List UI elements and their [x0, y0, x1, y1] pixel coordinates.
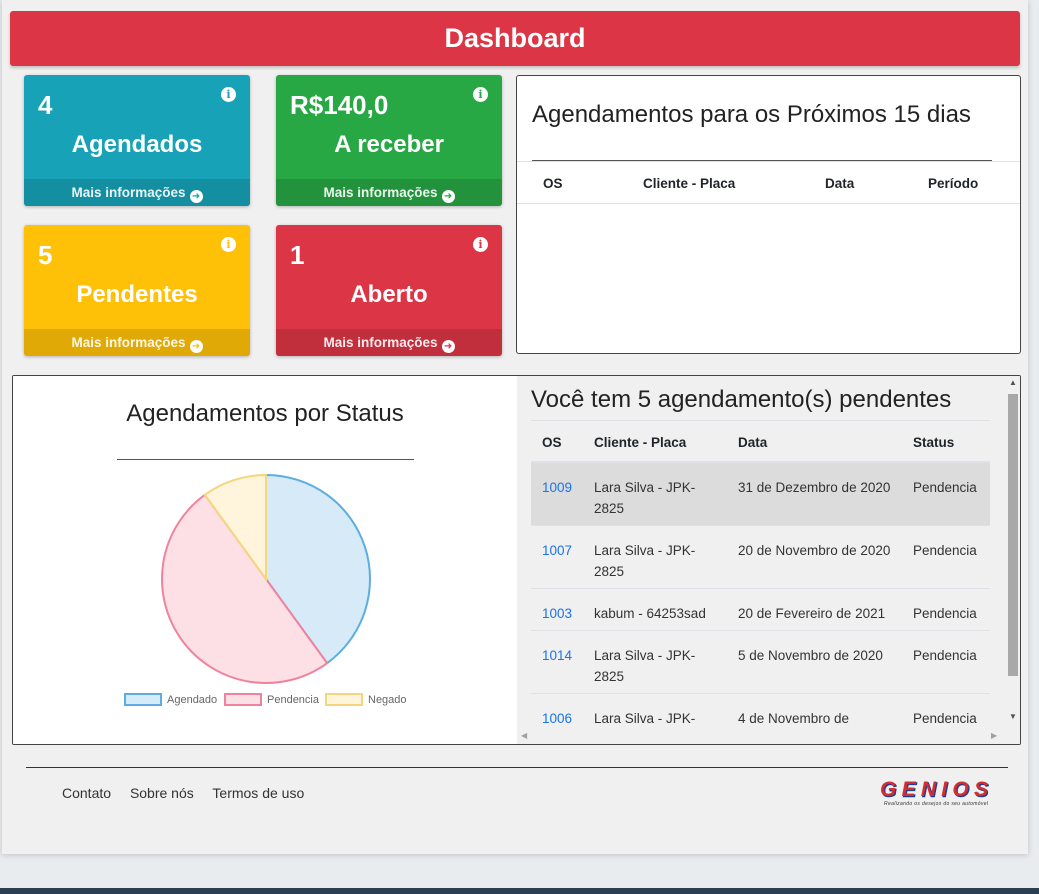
date-cell: 4 de Novembro de — [738, 711, 850, 726]
client-cell: Lara Silva - JPK-2825 — [594, 480, 696, 516]
arrow-right-circle-icon: ➜ — [441, 190, 455, 203]
table-row[interactable]: 1014 Lara Silva - JPK-2825 5 de Novembro… — [531, 631, 990, 694]
box-label: A receber — [334, 131, 444, 158]
pending-title: Você tem 5 agendamento(s) pendentes — [531, 386, 952, 413]
legend-swatch[interactable] — [224, 693, 262, 706]
legend-label[interactable]: Pendencia — [267, 694, 320, 706]
box-label: Pendentes — [76, 281, 198, 308]
col-os: OS — [542, 435, 562, 450]
arrow-right-circle-icon: ➜ — [189, 340, 203, 353]
box-value: R$140,0 — [290, 90, 389, 120]
os-link[interactable]: 1014 — [542, 645, 572, 666]
os-link[interactable]: 1007 — [542, 540, 572, 561]
pending-panel: Você tem 5 agendamento(s) pendentes OS C… — [517, 376, 1020, 744]
scrollbar-thumb[interactable] — [1008, 394, 1018, 676]
os-link[interactable]: 1009 — [542, 477, 572, 498]
os-link[interactable]: 1003 — [542, 603, 572, 624]
arrow-right-circle-icon: ➜ — [441, 340, 455, 353]
client-cell: kabum - 64253sad — [594, 606, 706, 621]
more-info-label: Mais informações — [71, 335, 186, 350]
more-info-link[interactable]: Mais informações ➜ — [24, 179, 250, 206]
bottom-strip — [0, 888, 1039, 894]
client-cell: Lara Silva - JPK-2825 — [594, 648, 696, 684]
scroll-up-arrow-icon[interactable]: ▲ — [1005, 378, 1020, 387]
col-os: OS — [543, 176, 563, 191]
scroll-right-arrow-icon[interactable]: ▶ — [991, 731, 997, 740]
info-icon[interactable]: i — [473, 87, 488, 102]
page: Dashboard 4 i Agendados Mais informações… — [2, 0, 1028, 854]
status-cell: Pendencia — [913, 543, 977, 558]
more-info-link[interactable]: Mais informações ➜ — [276, 179, 502, 206]
date-cell: 20 de Fevereiro de 2021 — [738, 606, 886, 621]
client-cell: Lara Silva - JPK- — [594, 711, 696, 726]
date-cell: 20 de Novembro de 2020 — [738, 543, 891, 558]
pie-chart: Agendado Pendencia Negado — [124, 473, 407, 706]
arrow-right-circle-icon: ➜ — [189, 190, 203, 203]
open-box: 1 i Aberto Mais informações ➜ — [276, 225, 502, 356]
scroll-down-arrow-icon[interactable]: ▼ — [1005, 712, 1020, 721]
box-value: 1 — [290, 240, 305, 270]
col-status: Status — [913, 435, 955, 450]
box-label: Agendados — [71, 131, 203, 158]
upcoming-title: Agendamentos para os Próximos 15 dias — [532, 101, 971, 128]
col-client: Cliente - Placa — [594, 435, 687, 450]
footer-links: Contato Sobre nós Termos de uso — [62, 785, 319, 801]
footer-divider — [26, 767, 1008, 768]
page-header: Dashboard — [10, 11, 1020, 66]
date-cell: 5 de Novembro de 2020 — [738, 648, 883, 663]
col-date: Data — [738, 435, 768, 450]
info-icon[interactable]: i — [221, 87, 236, 102]
logo-tagline: Realizando os desejos do seu automóvel — [884, 801, 989, 807]
info-icon[interactable]: i — [221, 237, 236, 252]
more-info-label: Mais informações — [323, 335, 438, 350]
pending-box: 5 i Pendentes Mais informações ➜ — [24, 225, 250, 356]
horizontal-scrollbar[interactable]: ◀ ▶ — [517, 728, 1005, 744]
scroll-left-arrow-icon[interactable]: ◀ — [521, 731, 527, 740]
more-info-link[interactable]: Mais informações ➜ — [24, 329, 250, 356]
more-info-label: Mais informações — [71, 185, 186, 200]
terms-link[interactable]: Termos de uso — [212, 785, 304, 801]
vertical-scrollbar[interactable]: ▲ ▼ — [1005, 376, 1020, 744]
status-chart-panel: Agendamentos por Status Agendado Pendenci… — [13, 376, 517, 744]
client-cell: Lara Silva - JPK-2825 — [594, 543, 696, 579]
more-info-label: Mais informações — [323, 185, 438, 200]
col-client: Cliente - Placa — [643, 176, 736, 191]
table-header: OS Cliente - Placa Data Status — [531, 421, 990, 463]
col-period: Período — [928, 176, 979, 191]
status-cell: Pendencia — [913, 648, 977, 663]
genios-logo: GENIOS GENIOS Realizando os desejos do s… — [880, 778, 989, 807]
table-row[interactable]: 1003 kabum - 64253sad 20 de Fevereiro de… — [531, 589, 990, 631]
scheduled-box: 4 i Agendados Mais informações ➜ — [24, 75, 250, 206]
upcoming-card: Agendamentos para os Próximos 15 dias OS… — [516, 75, 1021, 354]
more-info-link[interactable]: Mais informações ➜ — [276, 329, 502, 356]
col-date: Data — [825, 176, 855, 191]
table-row[interactable]: 1007 Lara Silva - JPK-2825 20 de Novembr… — [531, 526, 990, 589]
upcoming-table-header: OS Cliente - Placa Data Período — [517, 161, 1020, 204]
status-cell: Pendencia — [913, 606, 977, 621]
logo-text-shadow: GENIOS — [880, 778, 988, 801]
status-cell: Pendencia — [913, 711, 977, 726]
box-value: 5 — [38, 240, 53, 270]
contact-link[interactable]: Contato — [62, 785, 111, 801]
bottom-card: Agendamentos por Status Agendado Pendenci… — [12, 375, 1021, 745]
legend-swatch[interactable] — [124, 693, 162, 706]
about-link[interactable]: Sobre nós — [130, 785, 194, 801]
table-row[interactable]: 1009 Lara Silva - JPK-2825 31 de Dezembr… — [531, 463, 990, 526]
date-cell: 31 de Dezembro de 2020 — [738, 480, 891, 495]
legend-label[interactable]: Negado — [368, 694, 407, 706]
receivable-box: R$140,0 i A receber Mais informações ➜ — [276, 75, 502, 206]
legend-swatch[interactable] — [325, 693, 363, 706]
info-icon[interactable]: i — [473, 237, 488, 252]
box-label: Aberto — [350, 281, 428, 308]
legend-label[interactable]: Agendado — [167, 694, 217, 706]
box-value: 4 — [38, 90, 53, 120]
pending-table: OS Cliente - Placa Data Status 1009 Lara… — [531, 421, 990, 744]
os-link[interactable]: 1006 — [542, 708, 572, 729]
status-cell: Pendencia — [913, 480, 977, 495]
